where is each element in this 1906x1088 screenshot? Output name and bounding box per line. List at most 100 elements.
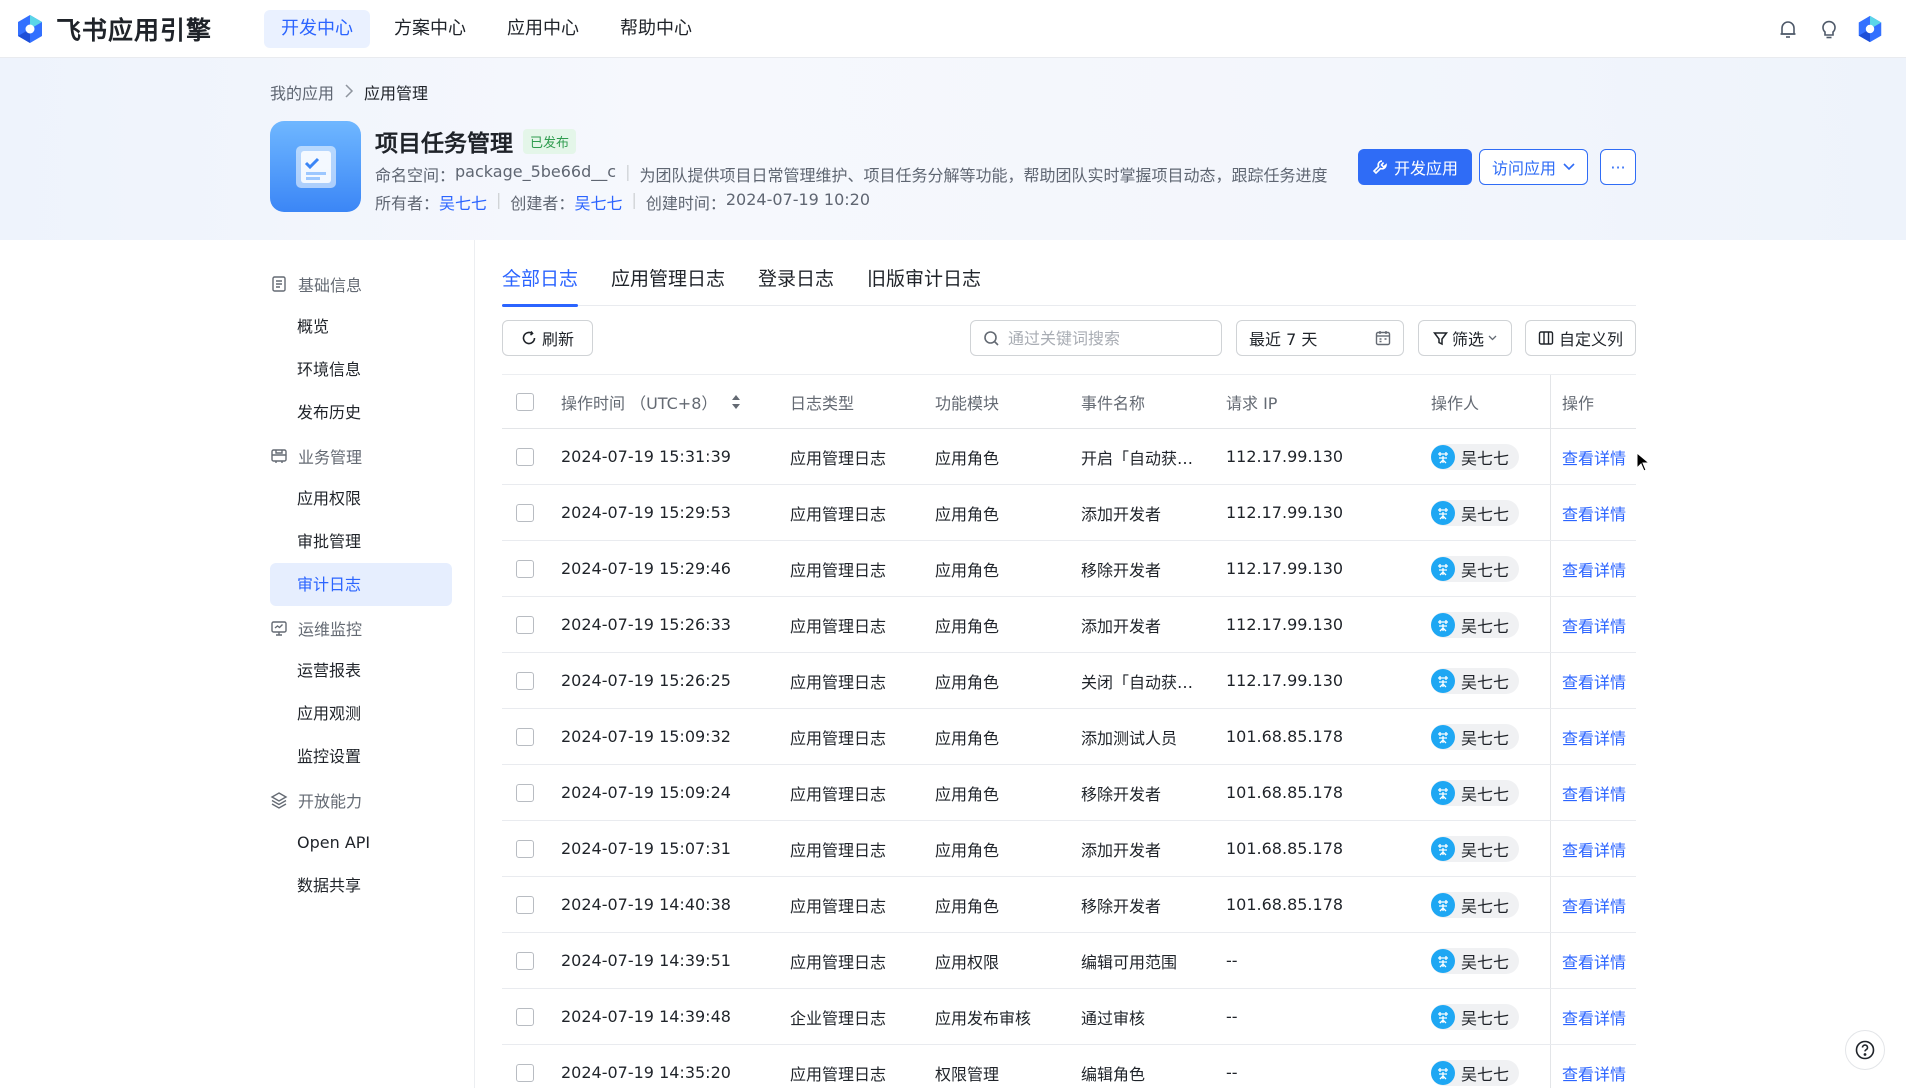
row-checkbox[interactable] [516, 783, 534, 802]
cell-operator: 吴七七 [1431, 933, 1551, 988]
creator-label: 创建者： [510, 194, 575, 213]
creator-link[interactable]: 吴七七 [574, 190, 622, 214]
view-details-link[interactable]: 查看详情 [1562, 837, 1626, 861]
app-title: 项目任务管理 [375, 131, 513, 157]
app-switch-icon[interactable] [1854, 13, 1886, 45]
view-details-link[interactable]: 查看详情 [1562, 669, 1626, 693]
row-checkbox[interactable] [516, 951, 534, 970]
avatar [1431, 724, 1455, 749]
view-details-link[interactable]: 查看详情 [1562, 445, 1626, 469]
row-checkbox[interactable] [516, 1007, 534, 1026]
operator-chip[interactable]: 吴七七 [1431, 443, 1520, 470]
header-time[interactable]: 操作时间 （UTC+8） [561, 375, 781, 428]
view-details-link[interactable]: 查看详情 [1562, 501, 1626, 525]
cell-operator: 吴七七 [1431, 485, 1551, 540]
visit-app-button[interactable]: 访问应用 [1479, 149, 1589, 185]
sidebar-item-3-1[interactable]: 数据共享 [270, 864, 452, 907]
tab-3[interactable]: 旧版审计日志 [867, 262, 981, 306]
header-type: 日志类型 [790, 393, 855, 413]
nav-item-1[interactable]: 方案中心 [377, 10, 483, 48]
view-details-link[interactable]: 查看详情 [1562, 557, 1626, 581]
header-module: 功能模块 [935, 393, 1000, 413]
audit-log-table: 操作时间 （UTC+8） 日志类型 功能模块 事件名称 请求 IP 操作人 操作… [502, 374, 1636, 1088]
cell-time: 2024-07-19 15:31:39 [561, 447, 731, 466]
nav-item-2[interactable]: 应用中心 [490, 10, 596, 48]
select-all-checkbox[interactable] [516, 392, 534, 411]
row-checkbox[interactable] [516, 447, 534, 466]
breadcrumb-current: 应用管理 [364, 84, 429, 103]
view-details-link[interactable]: 查看详情 [1562, 613, 1626, 637]
operator-chip[interactable]: 吴七七 [1431, 723, 1520, 750]
row-checkbox[interactable] [516, 839, 534, 858]
sidebar-item-1-0[interactable]: 应用权限 [270, 477, 452, 520]
owner-link[interactable]: 吴七七 [439, 190, 487, 214]
cell-action: 查看详情 [1550, 485, 1636, 540]
row-checkbox[interactable] [516, 559, 534, 578]
row-checkbox-cell [516, 541, 534, 596]
view-details-link[interactable]: 查看详情 [1562, 1005, 1626, 1029]
nav-item-0[interactable]: 开发中心 [264, 9, 371, 48]
row-checkbox[interactable] [516, 671, 534, 690]
sidebar-item-2-0[interactable]: 运营报表 [270, 649, 452, 692]
search-box[interactable] [970, 320, 1222, 356]
row-checkbox[interactable] [516, 503, 534, 522]
row-checkbox[interactable] [516, 1063, 534, 1082]
sidebar-item-0-1[interactable]: 环境信息 [270, 348, 452, 391]
develop-app-button[interactable]: 开发应用 [1358, 149, 1473, 185]
filter-button[interactable]: 筛选 [1418, 320, 1512, 356]
brand-name: 飞书应用引擎 [56, 15, 213, 45]
table-row: 2024-07-19 14:39:48 企业管理日志 应用发布审核 通过审核 -- 吴七七… [502, 989, 1636, 1045]
tab-0[interactable]: 全部日志 [502, 262, 579, 307]
cell-time: 2024-07-19 15:09:32 [561, 727, 731, 746]
view-details-link[interactable]: 查看详情 [1562, 725, 1626, 749]
tab-2[interactable]: 登录日志 [758, 262, 834, 306]
cell-ip: 112.17.99.130 [1226, 671, 1344, 690]
sidebar-item-3-0[interactable]: Open API [270, 821, 452, 864]
breadcrumb-my-apps[interactable]: 我的应用 [270, 80, 334, 104]
sort-icon[interactable] [731, 394, 741, 410]
help-button[interactable] [1845, 1030, 1885, 1070]
search-input[interactable] [1008, 328, 1208, 348]
sidebar-item-2-2[interactable]: 监控设置 [270, 735, 452, 778]
date-range-picker[interactable]: 最近 7 天 [1236, 320, 1404, 356]
cell-ip: 101.68.85.178 [1226, 727, 1344, 746]
row-checkbox-cell [516, 821, 534, 876]
custom-columns-button[interactable]: 自定义列 [1525, 320, 1636, 356]
sidebar-item-1-1[interactable]: 审批管理 [270, 520, 452, 563]
row-checkbox[interactable] [516, 727, 534, 746]
operator-chip[interactable]: 吴七七 [1431, 1003, 1520, 1030]
bell-icon[interactable] [1772, 13, 1804, 45]
tab-1[interactable]: 应用管理日志 [611, 262, 725, 306]
operator-chip[interactable]: 吴七七 [1431, 611, 1520, 638]
brand-logo[interactable]: 飞书应用引擎 [14, 11, 212, 47]
sidebar-item-0-2[interactable]: 发布历史 [270, 391, 452, 434]
operator-chip[interactable]: 吴七七 [1431, 835, 1520, 862]
cell-type: 应用管理日志 [790, 896, 887, 916]
avatar [1431, 780, 1455, 805]
view-details-link[interactable]: 查看详情 [1562, 893, 1626, 917]
cell-action: 查看详情 [1550, 989, 1636, 1044]
sidebar-item-1-2[interactable]: 审计日志 [270, 563, 452, 606]
operator-chip[interactable]: 吴七七 [1431, 499, 1520, 526]
refresh-button[interactable]: 刷新 [502, 320, 594, 356]
operator-name: 吴七七 [1461, 1064, 1510, 1084]
cell-time: 2024-07-19 14:39:48 [561, 1007, 731, 1026]
operator-chip[interactable]: 吴七七 [1431, 891, 1520, 918]
view-details-link[interactable]: 查看详情 [1562, 1061, 1626, 1085]
lightbulb-icon[interactable] [1813, 13, 1845, 45]
row-checkbox[interactable] [516, 615, 534, 634]
sidebar-item-0-0[interactable]: 概览 [270, 305, 452, 348]
operator-chip[interactable]: 吴七七 [1431, 1059, 1520, 1086]
view-details-link[interactable]: 查看详情 [1562, 949, 1626, 973]
sidebar-item-2-1[interactable]: 应用观测 [270, 692, 452, 735]
operator-chip[interactable]: 吴七七 [1431, 779, 1520, 806]
more-button[interactable]: ··· [1600, 149, 1636, 185]
operator-chip[interactable]: 吴七七 [1431, 555, 1520, 582]
nav-item-3[interactable]: 帮助中心 [603, 10, 709, 48]
view-details-link[interactable]: 查看详情 [1562, 781, 1626, 805]
operator-chip[interactable]: 吴七七 [1431, 947, 1520, 974]
operator-chip[interactable]: 吴七七 [1431, 667, 1520, 694]
sidebar-group-1: 业务管理 [270, 434, 452, 477]
row-checkbox[interactable] [516, 895, 534, 914]
question-icon [1855, 1040, 1875, 1060]
